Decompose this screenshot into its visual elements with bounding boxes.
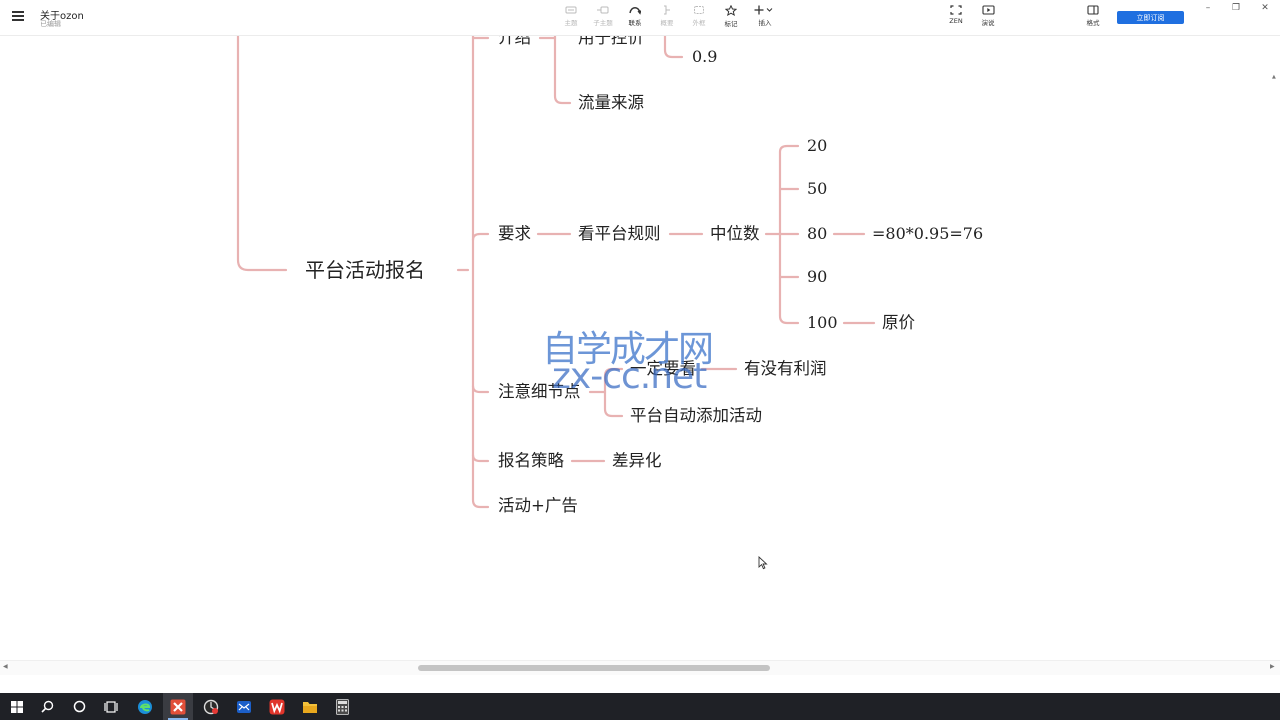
connector-details [471,384,490,394]
format-button[interactable]: 格式 [1076,5,1110,27]
value-80[interactable]: 80 [807,224,827,244]
vertical-scrollbar[interactable]: ▲ [1272,72,1278,672]
connector-branch-spine [471,36,490,509]
subtopic-icon [597,6,609,14]
summary-label: 概要 [660,19,674,27]
relation-icon [629,7,641,15]
value-90[interactable]: 90 [807,267,827,287]
scroll-left-arrow-icon[interactable]: ◀ [3,663,8,670]
mail-icon[interactable] [229,693,259,720]
title-toolbar: 关于ozon 已编辑 主题 子主题 联系 概要 外框 标记 插入 ZEN 演说 … [0,0,1280,36]
panel-icon [1087,5,1099,15]
branch-requirements[interactable]: 要求 [498,224,531,244]
subscribe-button[interactable]: 立即订阅 [1117,11,1184,24]
present-label: 演说 [981,19,995,27]
xmind-icon[interactable] [163,693,193,720]
edge-icon[interactable] [130,693,160,720]
file-explorer-icon[interactable] [295,693,325,720]
mindmap-connectors [236,36,876,509]
plus-icon [754,5,773,15]
connector-requirements [471,232,490,242]
scroll-right-arrow-icon[interactable]: ▶ [1270,663,1275,670]
cortana-icon[interactable] [64,693,94,720]
horizontal-scrollbar[interactable]: ◀ ▶ [0,660,1280,675]
task-view-icon[interactable] [96,693,126,720]
boundary-label: 外框 [692,19,706,27]
zen-mode-button[interactable]: ZEN [939,5,973,25]
topic-must-check[interactable]: 一定要看 [630,359,696,379]
insert-button[interactable]: 插入 [748,5,782,27]
connector-details-spine [603,367,624,418]
topic-traffic[interactable]: 流量来源 [578,93,644,113]
summary-icon [664,5,670,15]
scroll-up-arrow-icon[interactable]: ▲ [1272,74,1276,80]
topic-median[interactable]: 中位数 [710,224,760,244]
relation-button[interactable]: 联系 [618,5,652,27]
marker-label: 标记 [724,20,738,28]
topic-diff[interactable]: 差异化 [612,451,662,471]
topic-profit[interactable]: 有没有利润 [744,359,827,379]
calculator-icon[interactable] [327,693,357,720]
minimize-button[interactable]: – [1201,3,1215,13]
hamburger-menu-icon[interactable] [12,11,24,21]
value-50[interactable]: 50 [807,179,827,199]
topic-icon [565,6,577,14]
windows-start-icon[interactable] [2,693,32,720]
branch-strategy[interactable]: 报名策略 [498,451,564,471]
branch-activity-ads[interactable]: 活动+广告 [498,496,578,516]
connector-parent-root [236,36,288,272]
relation-label: 联系 [628,19,642,27]
subtopic-label: 子主题 [593,19,613,27]
topic-label: 主题 [564,19,578,27]
boundary-icon [694,6,704,14]
subtopic-button[interactable]: 子主题 [586,5,620,27]
topic-pricing-value[interactable]: 0.9 [692,47,717,67]
star-icon [725,5,737,16]
wps-icon[interactable] [262,693,292,720]
boundary-button[interactable]: 外框 [682,5,716,27]
connector-intro-spine [553,36,572,105]
branch-intro[interactable]: 介绍 [498,36,531,48]
recorder-icon[interactable] [196,693,226,720]
fullscreen-icon [950,5,962,15]
topic-button[interactable]: 主题 [554,5,588,27]
close-button[interactable]: ✕ [1258,3,1272,13]
topic-original-price[interactable]: 原价 [882,313,915,333]
value-20[interactable]: 20 [807,136,827,156]
search-icon[interactable] [32,693,62,720]
mindmap-canvas[interactable]: 平台活动报名 介绍 用于控价 0.9 流量来源 要求 看平台规则 中位数 20 … [0,36,1280,672]
value-100[interactable]: 100 [807,313,838,333]
windows-taskbar [0,693,1280,720]
branch-details[interactable]: 注意细节点 [498,382,581,402]
document-status: 已编辑 [40,20,61,28]
connector-pricing-value [663,36,684,59]
connector-strategy [471,453,490,463]
presentation-icon [981,5,995,15]
marker-button[interactable]: 标记 [714,5,748,28]
topic-rules[interactable]: 看平台规则 [578,224,661,244]
topic-pricing[interactable]: 用于控价 [578,36,644,48]
present-button[interactable]: 演说 [971,5,1005,27]
zen-label: ZEN [949,17,963,25]
mouse-cursor-icon [758,556,768,570]
topic-auto-add[interactable]: 平台自动添加活动 [630,406,762,426]
horizontal-scroll-thumb[interactable] [418,665,770,671]
summary-button[interactable]: 概要 [650,5,684,27]
format-label: 格式 [1086,19,1100,27]
topic-calc[interactable]: =80*0.95=76 [872,224,983,244]
insert-label: 插入 [758,19,772,27]
root-topic[interactable]: 平台活动报名 [305,257,425,283]
restore-button[interactable]: ❐ [1229,3,1243,13]
